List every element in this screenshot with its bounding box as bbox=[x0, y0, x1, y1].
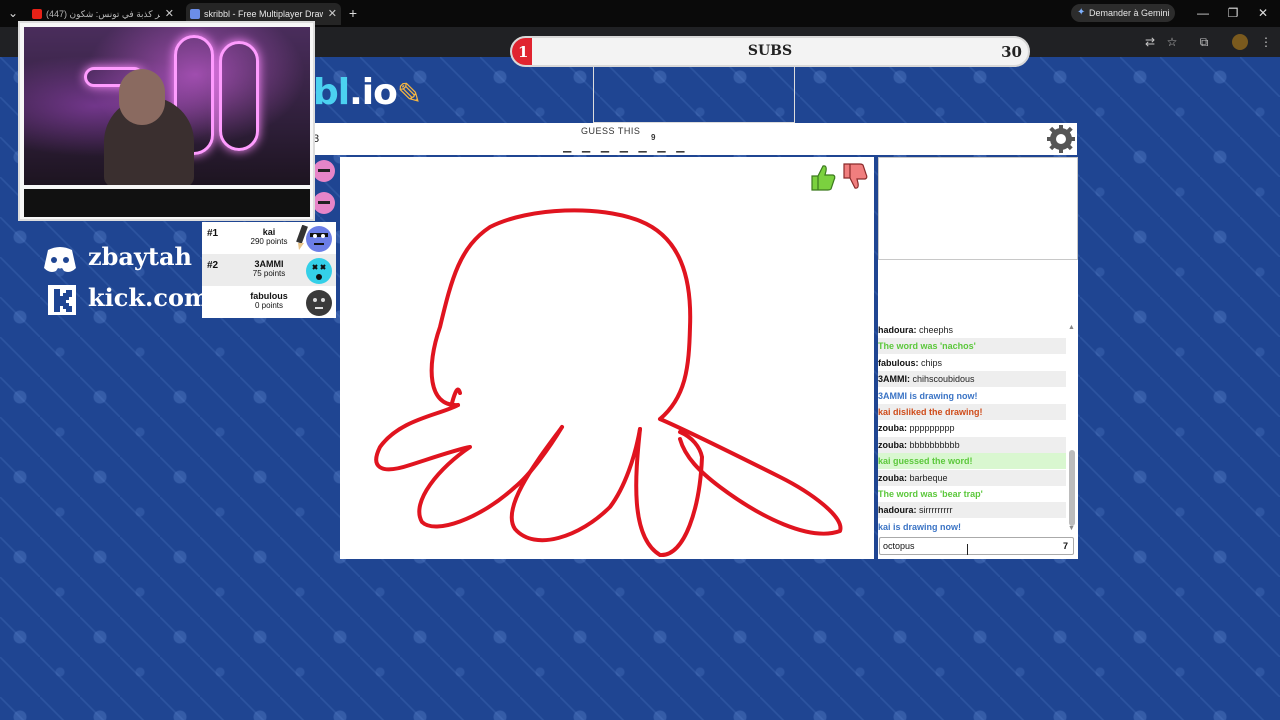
settings-gear-icon[interactable] bbox=[1047, 125, 1075, 153]
player-name: 3AMMI bbox=[254, 259, 284, 269]
chat-text: bbbbbbbbbb bbox=[909, 439, 960, 450]
chat-system-message: 3AMMI is drawing now! bbox=[878, 390, 978, 401]
discord-handle: zbaytah bbox=[88, 242, 192, 271]
chat-message: 3AMMI is drawing now! bbox=[878, 388, 1066, 404]
text-cursor bbox=[967, 544, 972, 555]
menu-kebab-icon[interactable]: ⋮ bbox=[1258, 34, 1274, 50]
skribbl-favicon-icon bbox=[190, 9, 200, 19]
game-header: 3 GUESS THIS _ _ _ _ _ _ _ 9 bbox=[313, 123, 1077, 155]
word-length: 9 bbox=[651, 133, 656, 142]
ad-panel bbox=[878, 157, 1078, 260]
chat-text: chips bbox=[921, 357, 943, 368]
chat-message: The word was 'bear trap' bbox=[878, 486, 1066, 502]
bookmark-star-icon[interactable]: ☆ bbox=[1164, 34, 1180, 50]
chat-author: 3AMMI: bbox=[878, 374, 910, 385]
chat-message: zouba: ppppppppp bbox=[878, 420, 1066, 436]
chat-text: sirrrrrrrrr bbox=[919, 505, 953, 516]
chat-author: fabulous: bbox=[878, 357, 919, 368]
player-avatar bbox=[306, 290, 332, 316]
chat-message: kai is drawing now! bbox=[878, 519, 1066, 535]
chat-message: The word was 'nachos' bbox=[878, 338, 1066, 355]
chat-author: hadoura: bbox=[878, 325, 917, 335]
chat-message: 3AMMI: chihscoubidous bbox=[878, 371, 1066, 388]
extensions-icon[interactable]: ⧉ bbox=[1196, 34, 1212, 50]
scroll-down-arrow-icon[interactable]: ▼ bbox=[1068, 525, 1075, 532]
chat-text: cheephs bbox=[919, 325, 954, 335]
close-icon[interactable]: ✕ bbox=[328, 3, 337, 25]
tab-search-icon[interactable]: ⌄ bbox=[4, 4, 22, 22]
maximize-button[interactable]: ❐ bbox=[1224, 4, 1242, 22]
player-points: 75 points bbox=[252, 269, 286, 278]
drawing-canvas[interactable] bbox=[340, 157, 874, 559]
chat-message: kai disliked the drawing! bbox=[878, 404, 1066, 420]
chat-message: zouba: barbeque bbox=[878, 469, 1066, 486]
chat-scrollbar-thumb[interactable] bbox=[1069, 450, 1075, 526]
chat-system-message: kai guessed the word! bbox=[878, 456, 973, 467]
chat-author: hadoura: bbox=[878, 505, 917, 516]
gemini-label: Demander à Gemini bbox=[1089, 8, 1170, 18]
player-row[interactable]: fabulous 0 points bbox=[202, 286, 336, 318]
player-avatar bbox=[306, 258, 332, 284]
profile-avatar[interactable] bbox=[1232, 34, 1248, 50]
streamer-head bbox=[119, 69, 165, 125]
close-window-button[interactable]: ✕ bbox=[1254, 4, 1272, 22]
player-points: 0 points bbox=[254, 301, 284, 310]
chat-author: zouba: bbox=[878, 472, 907, 483]
player-rank: #2 bbox=[207, 260, 219, 271]
youtube-icon bbox=[32, 9, 42, 19]
discord-icon bbox=[44, 247, 76, 272]
chat-system-message: The word was 'bear trap' bbox=[878, 489, 983, 499]
subs-label: SUBS bbox=[747, 43, 793, 59]
kick-icon bbox=[48, 285, 76, 315]
chat-message: hadoura: sirrrrrrrrr bbox=[878, 502, 1066, 519]
guess-label: GUESS THIS bbox=[581, 126, 641, 136]
webcam-overlay bbox=[18, 21, 315, 221]
player-avatar bbox=[306, 226, 332, 252]
chat-system-message: The word was 'nachos' bbox=[878, 341, 976, 352]
player-row[interactable]: #1 kai 290 points bbox=[202, 222, 336, 254]
word-hint: _ _ _ _ _ _ _ bbox=[563, 137, 686, 153]
player-row[interactable]: #2 3AMMI 75 points bbox=[202, 254, 336, 286]
chat-text: ppppppppp bbox=[909, 423, 955, 434]
thumbs-down-icon[interactable] bbox=[840, 162, 868, 192]
gemini-button[interactable]: ✦ Demander à Gemini bbox=[1071, 4, 1175, 22]
webcam-bottom-strip bbox=[24, 189, 310, 217]
translate-icon[interactable]: ⇄ bbox=[1142, 34, 1158, 50]
kick-link: kick.com/zbay bbox=[88, 283, 202, 312]
skribbl-logo: bl.io✎ bbox=[313, 72, 422, 113]
minimize-button[interactable]: — bbox=[1194, 4, 1212, 22]
chat-text: barbeque bbox=[909, 472, 948, 483]
chat-message: fabulous: chips bbox=[878, 355, 1066, 371]
player-rank: #1 bbox=[207, 228, 219, 239]
chat-message: kai guessed the word! bbox=[878, 453, 1066, 470]
scroll-up-arrow-icon[interactable]: ▲ bbox=[1068, 324, 1075, 331]
chat-system-message: kai is drawing now! bbox=[878, 521, 962, 532]
subs-goal-bar: 1 SUBS 30 bbox=[510, 36, 1030, 67]
octopus-drawing bbox=[374, 208, 843, 557]
chat-message: hadoura: cheephs bbox=[878, 322, 1066, 338]
input-char-count: 7 bbox=[1063, 541, 1069, 551]
chat-text: chihscoubidous bbox=[912, 374, 975, 385]
chat-message: zouba: bbbbbbbbbb bbox=[878, 436, 1066, 453]
chat-author: zouba: bbox=[878, 439, 907, 450]
chat-guess-input[interactable] bbox=[879, 537, 1074, 555]
chat-author: zouba: bbox=[878, 423, 907, 434]
webcam-video bbox=[24, 27, 310, 185]
subs-goal: 30 bbox=[1001, 43, 1022, 61]
gemini-star-icon: ✦ bbox=[1077, 7, 1086, 18]
thumbs-up-icon[interactable] bbox=[808, 162, 836, 192]
new-tab-button[interactable]: + bbox=[344, 4, 362, 22]
player-name: fabulous bbox=[250, 291, 288, 301]
chat-system-message: kai disliked the drawing! bbox=[878, 407, 983, 417]
